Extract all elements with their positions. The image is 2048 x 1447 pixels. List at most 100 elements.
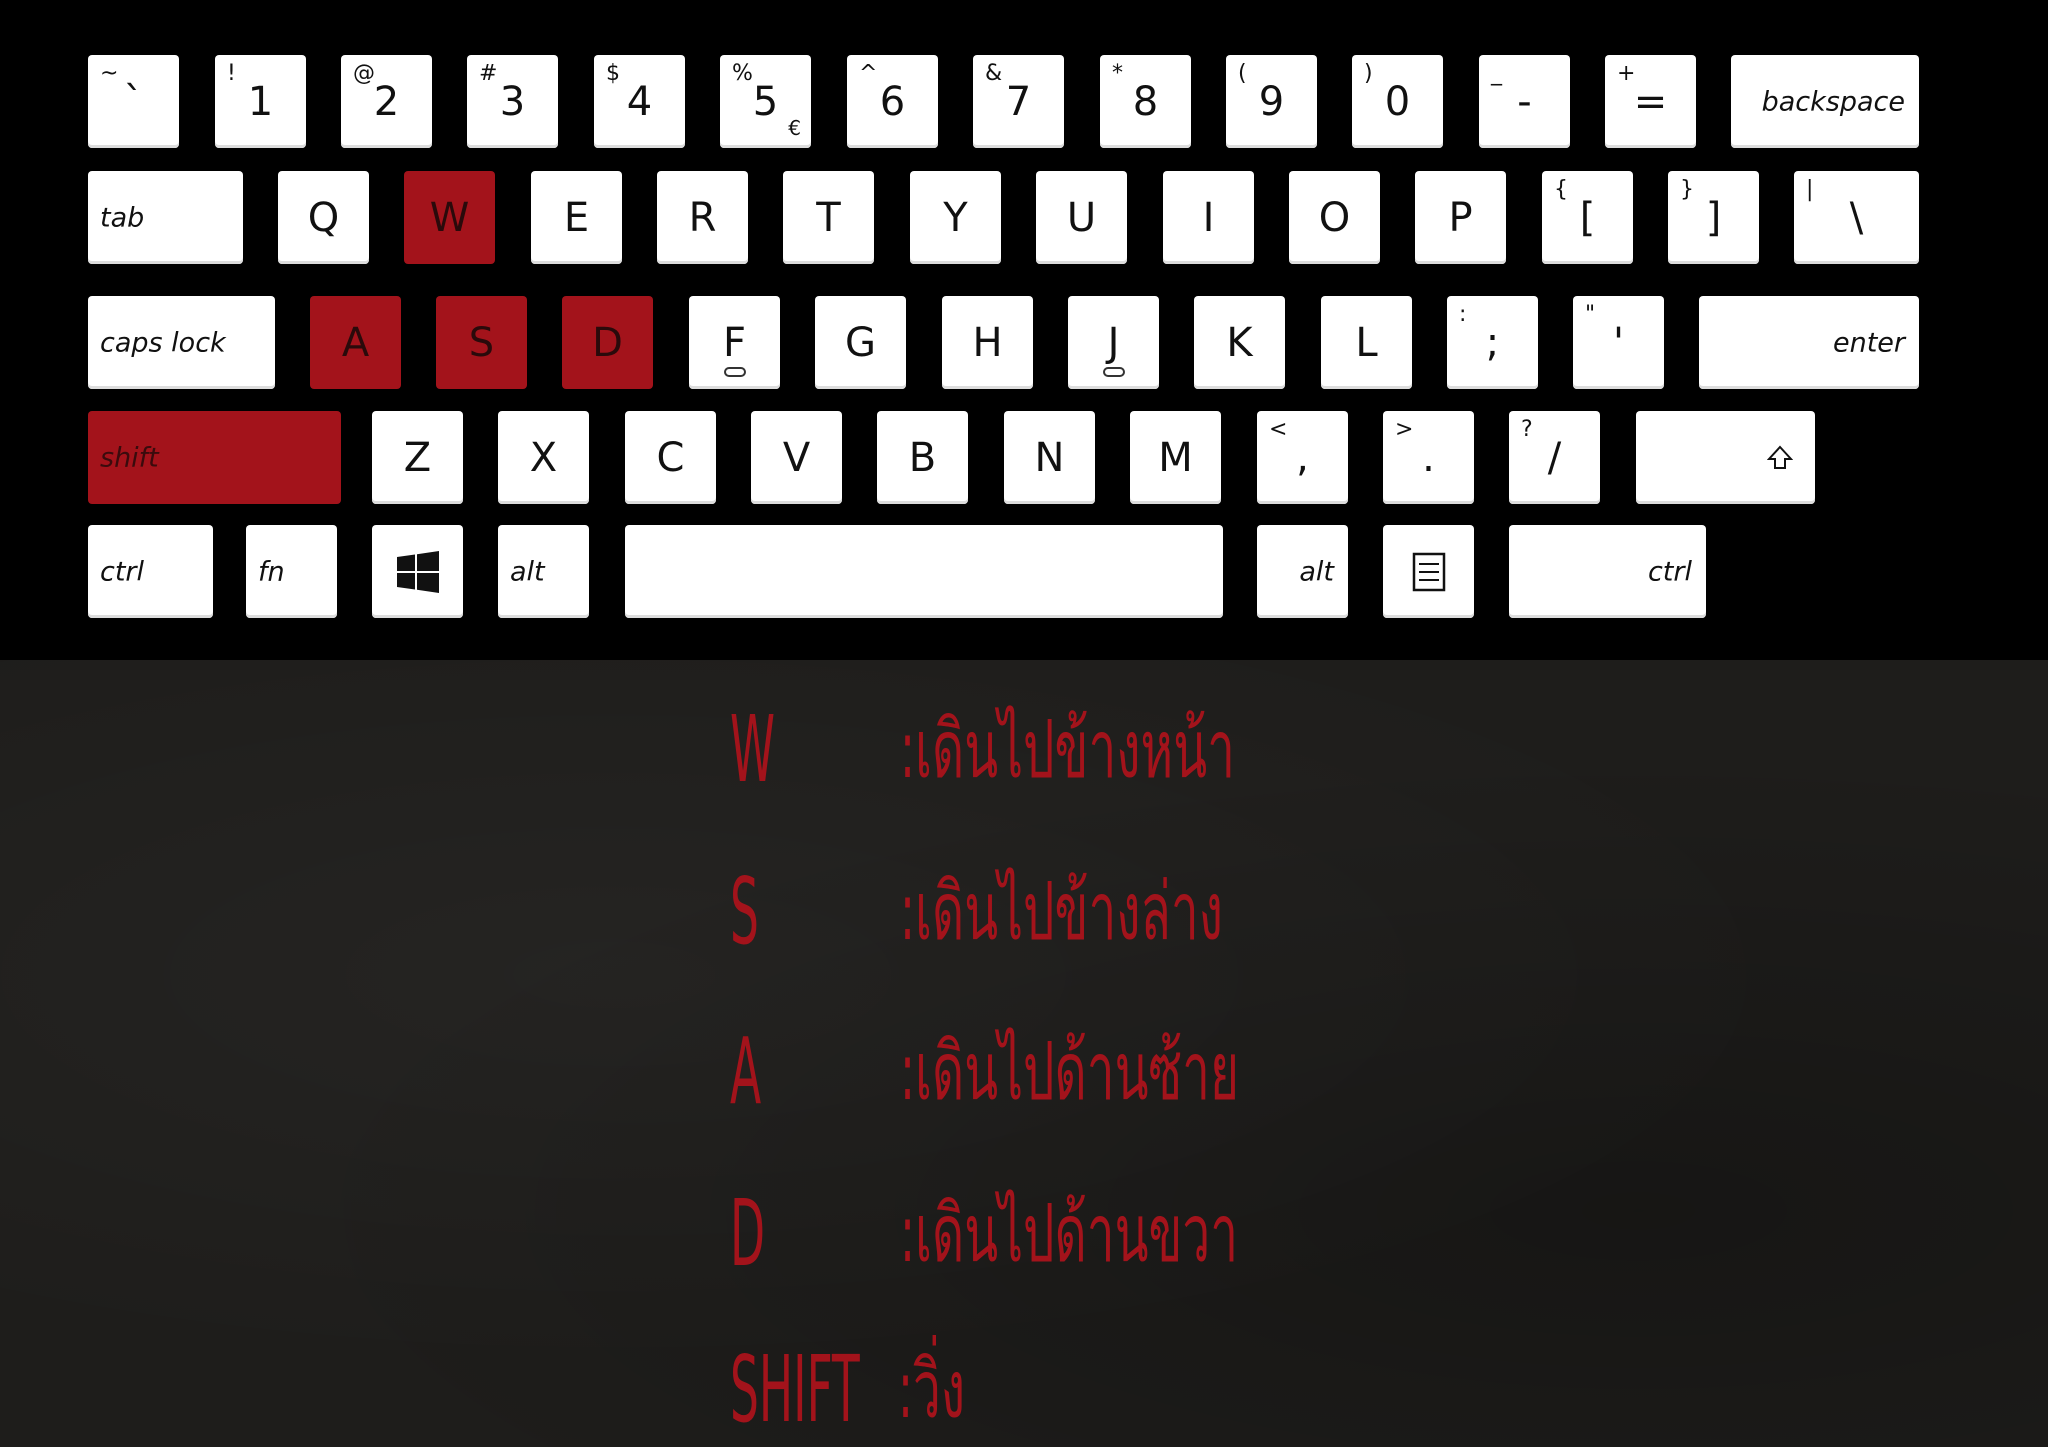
key-label: ctrl <box>100 556 145 587</box>
key-label: tab <box>100 202 145 233</box>
key-2[interactable]: @2 <box>341 55 432 148</box>
key-q[interactable]: Q <box>278 171 369 264</box>
key-6[interactable]: ^ 6 <box>847 55 938 148</box>
key-o[interactable]: O <box>1289 171 1380 264</box>
key-legend: U <box>1066 194 1097 241</box>
key-alt[interactable]: alt <box>498 525 589 618</box>
key-legend: R <box>688 194 717 241</box>
key-i[interactable]: I <box>1163 171 1254 264</box>
key-alt-right[interactable]: alt <box>1257 525 1348 618</box>
control-row-back: S :เดินไปข้างล่าง <box>730 857 1430 967</box>
key-legend: ; <box>1485 319 1500 366</box>
key-legend: . <box>1422 434 1435 481</box>
keyboard: ~ ` ! 1 @2 #3 $4 % 5 € ^ 6 & 7 * 8 (9 ) 0 _ - + = backspace tab Q… <box>70 39 1929 635</box>
key-enter[interactable]: enter <box>1699 296 1919 389</box>
key-ctrl-right[interactable]: ctrl <box>1509 525 1706 618</box>
control-key: SHIFT <box>730 1336 860 1443</box>
key-shift-right[interactable] <box>1636 411 1815 504</box>
windows-logo-icon <box>396 550 439 593</box>
key-u[interactable]: U <box>1036 171 1127 264</box>
key-n[interactable]: N <box>1004 411 1095 504</box>
key-legend: G <box>845 319 876 366</box>
key-label: alt <box>510 556 545 587</box>
key-symbol-13[interactable]: | \ <box>1794 171 1919 264</box>
key-t[interactable]: T <box>783 171 874 264</box>
key-h[interactable]: H <box>942 296 1033 389</box>
key-8[interactable]: * 8 <box>1100 55 1191 148</box>
control-description: :เดินไปด้านขวา <box>900 1187 1239 1280</box>
key-3[interactable]: #3 <box>467 55 558 148</box>
key-d[interactable]: D <box>562 296 653 389</box>
control-description: :วิ่ง <box>898 1343 966 1436</box>
key-shift[interactable]: shift <box>88 411 341 504</box>
key-9[interactable]: (9 <box>1226 55 1317 148</box>
key-a[interactable]: A <box>310 296 401 389</box>
key-w[interactable]: W <box>404 171 495 264</box>
key-legend: V <box>782 434 811 481</box>
key-z[interactable]: Z <box>372 411 463 504</box>
key-symbol-0[interactable]: ~ ` <box>88 55 179 148</box>
key-ctrl[interactable]: ctrl <box>88 525 213 618</box>
key-menu[interactable] <box>1383 525 1474 618</box>
key-legend: 0 <box>1384 78 1411 125</box>
key-g[interactable]: G <box>815 296 906 389</box>
key-k[interactable]: K <box>1194 296 1285 389</box>
key-legend: J <box>1107 319 1120 366</box>
key-legend: ] <box>1705 194 1722 241</box>
key-symbol-10[interactable]: :; <box>1447 296 1538 389</box>
key-x[interactable]: X <box>498 411 589 504</box>
key-legend: 4 <box>626 78 653 125</box>
key-l[interactable]: L <box>1321 296 1412 389</box>
key-spacebar[interactable] <box>625 525 1223 618</box>
key-label: fn <box>258 556 285 587</box>
key-f[interactable]: F <box>689 296 780 389</box>
key-0[interactable]: ) 0 <box>1352 55 1443 148</box>
key-windows[interactable] <box>372 525 463 618</box>
key-backspace[interactable]: backspace <box>1731 55 1919 148</box>
key-e[interactable]: E <box>531 171 622 264</box>
key-5[interactable]: % 5 € <box>720 55 811 148</box>
key-symbol-9[interactable]: >. <box>1383 411 1474 504</box>
key-legend: 2 <box>373 78 400 125</box>
key-legend: 1 <box>247 78 274 125</box>
key-legend: D <box>592 319 623 366</box>
key-legend: M <box>1158 434 1193 481</box>
key-symbol-11[interactable]: {[ <box>1542 171 1633 264</box>
key-7[interactable]: & 7 <box>973 55 1064 148</box>
key-legend: L <box>1355 319 1378 366</box>
key-legend: ` <box>123 78 144 125</box>
home-row-bump <box>1102 367 1125 377</box>
key-legend: Y <box>943 194 968 241</box>
key-symbol-12[interactable]: }] <box>1668 171 1759 264</box>
key-symbol-11[interactable]: _ - <box>1479 55 1570 148</box>
key-1[interactable]: ! 1 <box>215 55 306 148</box>
control-row-left: A :เดินไปด้านซ้าย <box>730 1017 1430 1127</box>
key-alt-legend: € <box>788 116 801 140</box>
key-4[interactable]: $4 <box>594 55 685 148</box>
key-symbol-11[interactable]: " ' <box>1573 296 1664 389</box>
key-fn[interactable]: fn <box>246 525 337 618</box>
controls-legend: W :เดินไปข้างหน้า S :เดินไปข้างล่าง A :เ… <box>0 660 2048 1447</box>
key-legend: F <box>722 319 746 366</box>
control-description: :เดินไปด้านซ้าย <box>900 1025 1240 1118</box>
key-legend: 9 <box>1258 78 1285 125</box>
control-key: D <box>730 1180 766 1287</box>
key-m[interactable]: M <box>1130 411 1221 504</box>
key-symbol-8[interactable]: <, <box>1257 411 1348 504</box>
key-legend: , <box>1296 434 1309 481</box>
key-legend: X <box>529 434 558 481</box>
key-c[interactable]: C <box>625 411 716 504</box>
key-b[interactable]: B <box>877 411 968 504</box>
key-p[interactable]: P <box>1415 171 1506 264</box>
key-y[interactable]: Y <box>910 171 1001 264</box>
key-symbol-10[interactable]: ? / <box>1509 411 1600 504</box>
key-legend: B <box>908 434 937 481</box>
key-caps-lock[interactable]: caps lock <box>88 296 275 389</box>
key-v[interactable]: V <box>751 411 842 504</box>
key-r[interactable]: R <box>657 171 748 264</box>
key-tab[interactable]: tab <box>88 171 243 264</box>
key-s[interactable]: S <box>436 296 527 389</box>
key-legend: A <box>341 319 370 366</box>
key-symbol-12[interactable]: + = <box>1605 55 1696 148</box>
key-j[interactable]: J <box>1068 296 1159 389</box>
